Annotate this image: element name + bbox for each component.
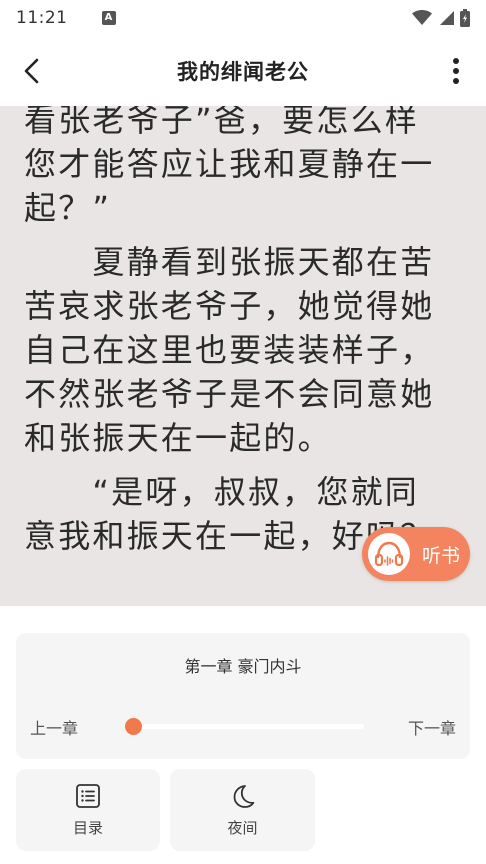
back-arrow-icon [24,58,39,84]
back-button[interactable] [14,53,50,89]
prev-chapter-button[interactable]: 上一章 [30,715,78,739]
text-line: 您才能答应让我和夏静在一 [24,145,435,183]
text-line: “是呀，叔叔，您就同 [24,473,419,511]
night-label: 夜间 [227,818,258,837]
text-line: 夏静看到张振天都在苦 [24,243,435,281]
bottom-panel: 第一章 豪门内斗 上一章 下一章 目录 夜间 [0,606,486,864]
notification-icon: A [101,11,116,25]
chapter-card: 第一章 豪门内斗 上一章 下一章 [16,633,470,759]
page-title: 我的绯闻老公 [177,60,309,84]
text-line: 不然张老爷子是不会同意她 [24,375,435,413]
list-icon [76,783,100,808]
next-chapter-button[interactable]: 下一章 [408,715,456,739]
text-line: 苦哀求张老爷子，她觉得她 [24,287,435,325]
listen-label: 听书 [422,544,461,567]
toc-label: 目录 [72,818,103,837]
more-vertical-icon [453,58,459,84]
wifi-icon [412,10,432,25]
more-options-button[interactable] [438,53,474,89]
slider-thumb[interactable] [125,718,143,735]
headphones-icon [374,541,404,567]
status-icons [412,9,470,27]
status-bar: 11:21 A [0,0,486,36]
status-time: 11:21 [16,8,68,28]
night-mode-button[interactable]: 夜间 [170,769,315,851]
listen-button[interactable]: 听书 [362,527,470,581]
text-line: 和张振天在一起的。 [24,419,332,457]
chapter-progress-slider[interactable] [125,718,364,735]
listen-icon-wrap [368,533,410,575]
text-line: 自己在这里也要装装样子， [24,331,435,369]
table-of-contents-button[interactable]: 目录 [16,769,160,851]
chapter-title: 第一章 豪门内斗 [184,657,302,676]
text-line: 看张老爷子”爸，要怎么样 [24,106,419,139]
battery-icon [460,9,470,27]
reading-text: 看张老爷子”爸，要怎么样您才能答应让我和夏静在一 起？” 夏静看到张振天都在苦 苦哀… [24,106,464,558]
text-line: 起？” [24,189,112,227]
signal-icon [440,11,454,25]
app-header: 我的绯闻老公 [0,36,486,106]
moon-icon [233,784,254,808]
